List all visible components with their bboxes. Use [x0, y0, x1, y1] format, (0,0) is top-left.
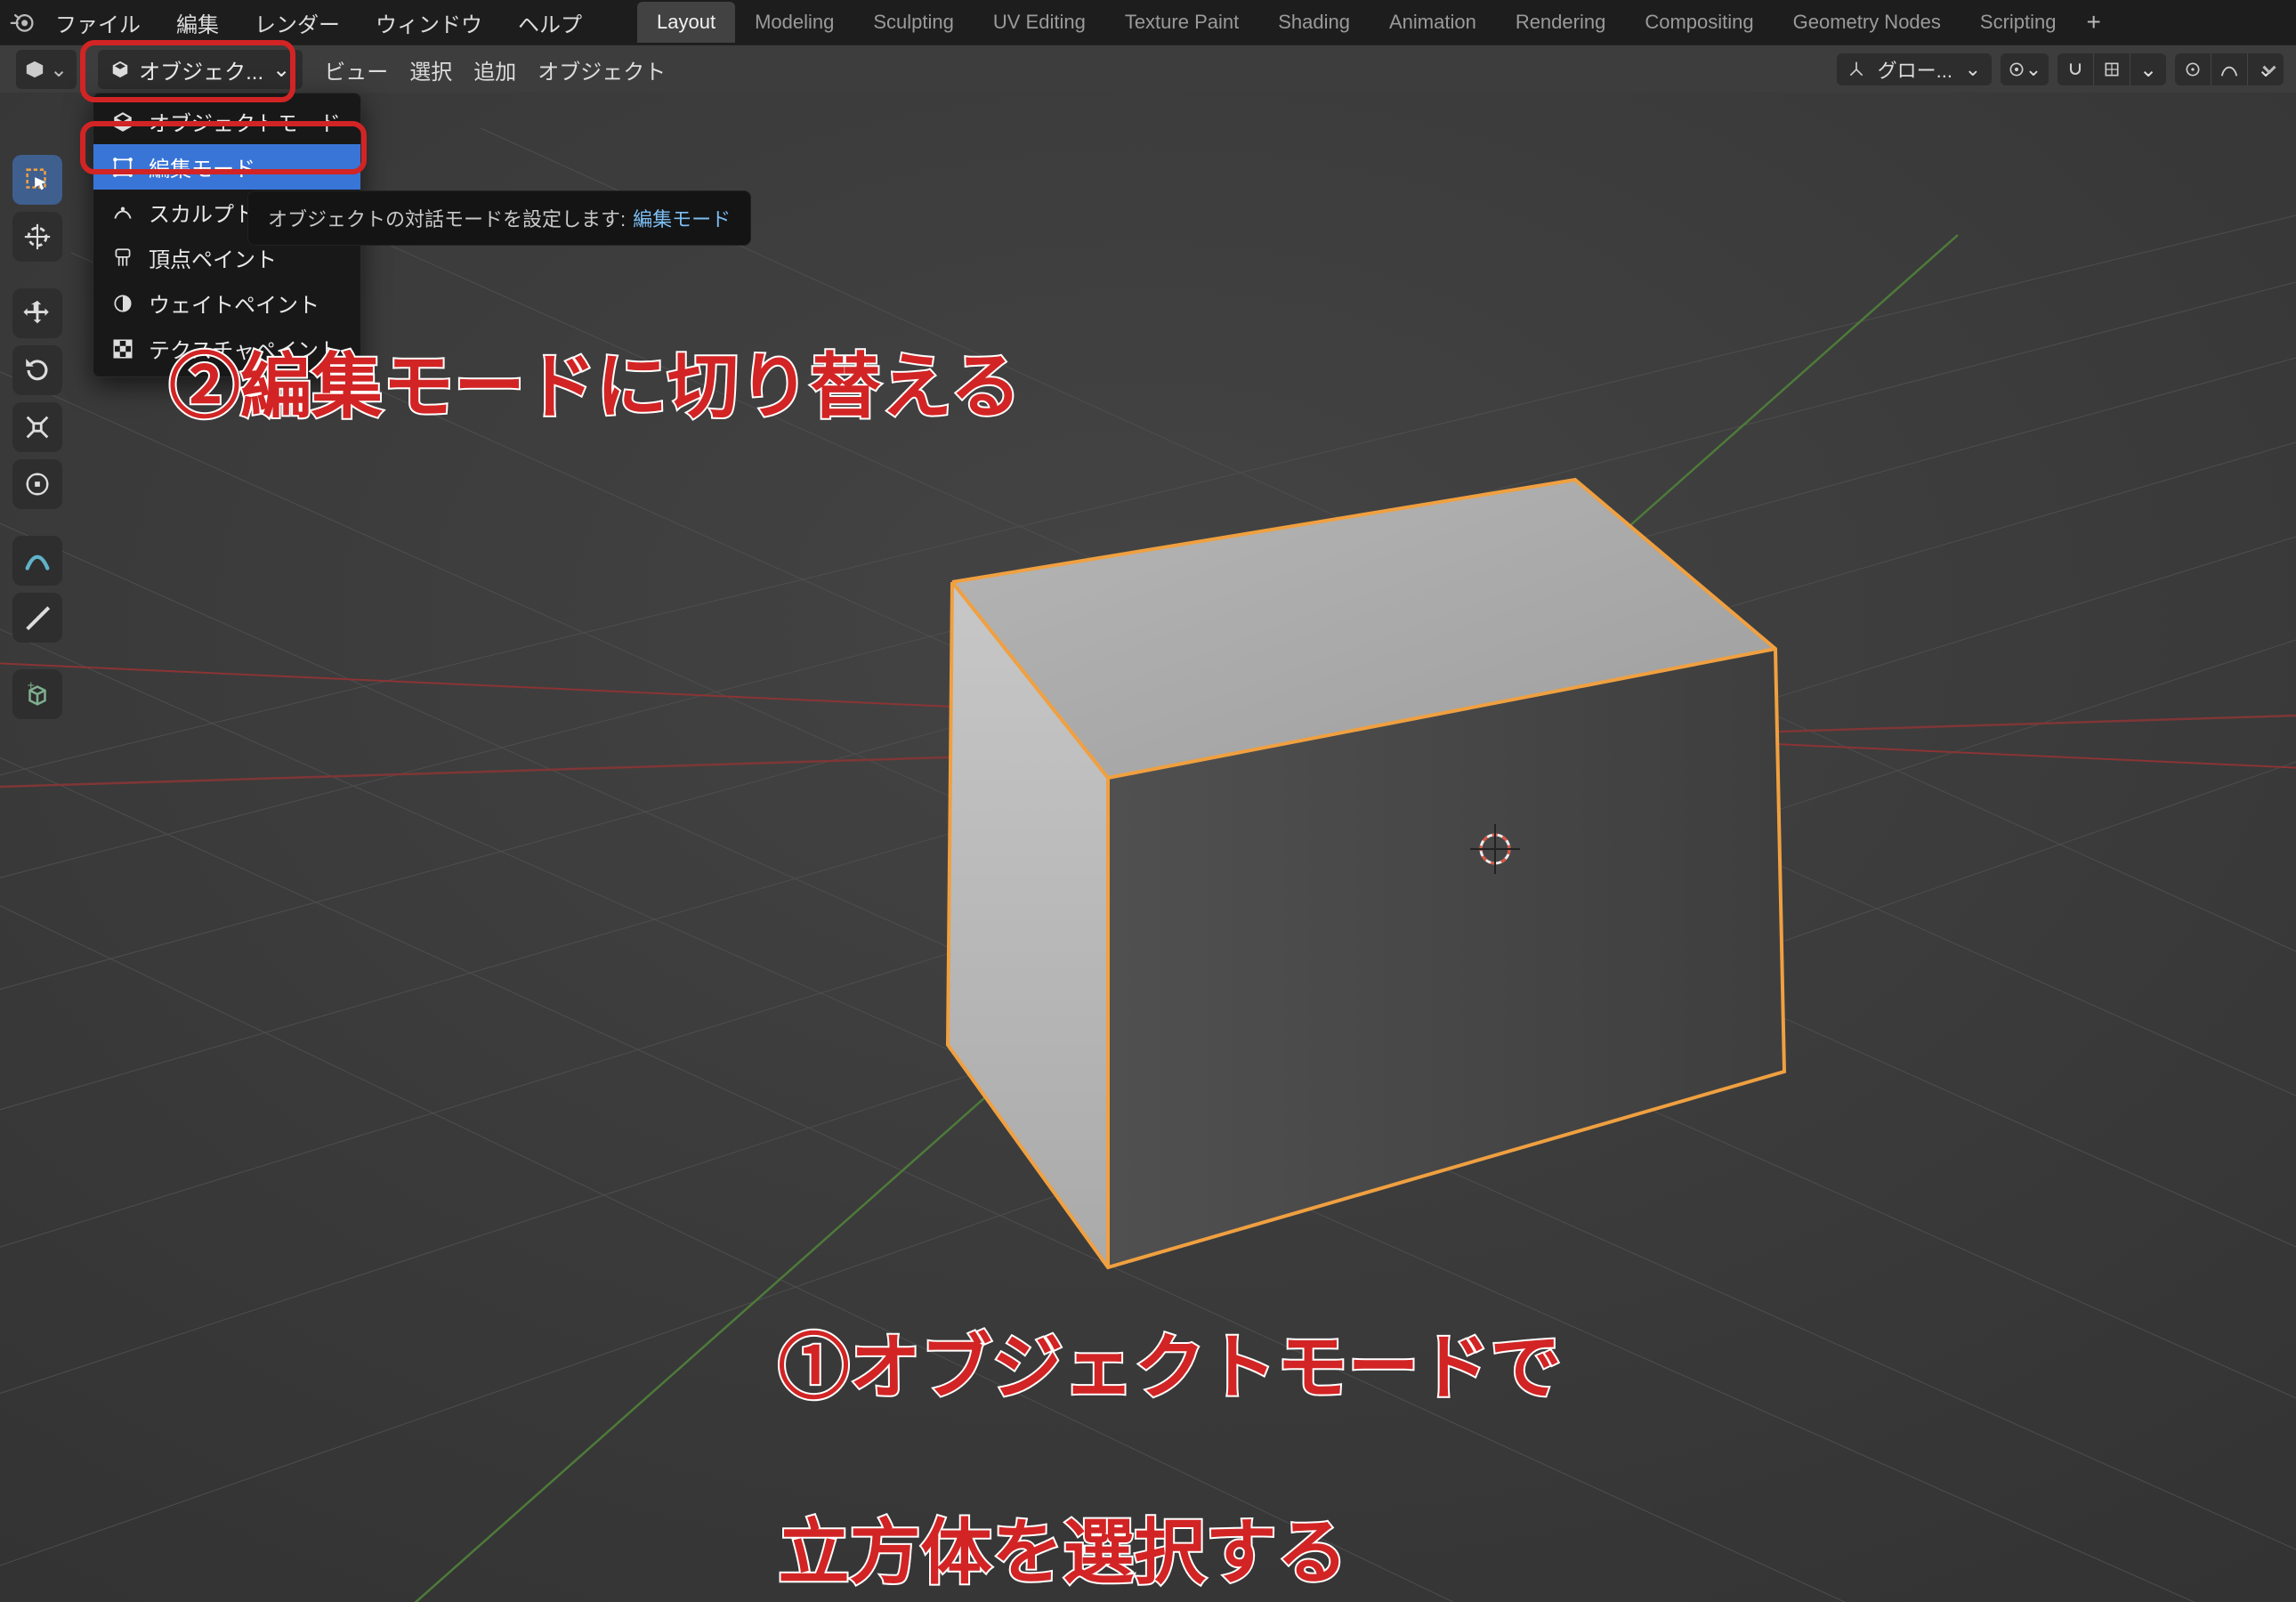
mode-dropdown-label: オブジェク... [139, 54, 263, 85]
tab-scripting[interactable]: Scripting [1960, 2, 2076, 43]
menu-file[interactable]: ファイル [39, 2, 157, 44]
chevron-down-icon[interactable]: ⌄ [2130, 53, 2166, 85]
scale-tool[interactable] [12, 402, 62, 452]
mode-item-label: ウェイトペイント [149, 287, 319, 319]
tooltip-text: オブジェクトの対話モードを設定します: [268, 204, 626, 232]
texture-paint-icon [111, 337, 134, 360]
falloff-icon[interactable] [2211, 53, 2248, 85]
transform-tool[interactable] [12, 459, 62, 509]
tab-modeling[interactable]: Modeling [735, 2, 853, 43]
mode-item-edit[interactable]: 編集モード [93, 144, 360, 190]
cube-icon [110, 60, 130, 79]
pivot-dropdown[interactable]: ⌄ [2001, 53, 2049, 85]
menu-window[interactable]: ウィンドウ [360, 2, 498, 44]
add-cube-tool[interactable]: + [12, 669, 62, 719]
left-toolbar: + [12, 155, 62, 719]
workspace-tabs: Layout Modeling Sculpting UV Editing Tex… [637, 2, 2112, 43]
annotation-step2: ②編集モードに切り替える [169, 329, 1022, 433]
tab-shading[interactable]: Shading [1258, 2, 1370, 43]
tab-animation[interactable]: Animation [1370, 2, 1496, 43]
axis-icon [1847, 61, 1865, 78]
tab-rendering[interactable]: Rendering [1496, 2, 1626, 43]
menu-render[interactable]: レンダー [238, 2, 356, 44]
cube-icon [111, 110, 134, 134]
blender-logo [9, 9, 36, 36]
cursor-tool[interactable] [12, 212, 62, 262]
snap-type-icon[interactable] [2094, 53, 2130, 85]
weight-paint-icon [111, 292, 134, 315]
rotate-tool[interactable] [12, 345, 62, 395]
tab-compositing[interactable]: Compositing [1625, 2, 1773, 43]
pivot-icon [2008, 61, 2025, 78]
snap-group[interactable]: ⌄ [2058, 53, 2166, 85]
tooltip-value: 編集モード [633, 204, 731, 232]
mode-item-label: オブジェクトモード [149, 106, 341, 137]
menu-help[interactable]: ヘルプ [502, 2, 598, 44]
tab-sculpting[interactable]: Sculpting [853, 2, 974, 43]
mode-item-object[interactable]: オブジェクトモード [93, 99, 360, 144]
header-object[interactable]: オブジェクト [538, 54, 666, 85]
mode-dropdown[interactable]: オブジェク... ⌄ [98, 50, 303, 89]
header-add[interactable]: 追加 [473, 54, 516, 85]
mode-item-label: 頂点ペイント [149, 242, 277, 273]
tab-uv-editing[interactable]: UV Editing [974, 2, 1105, 43]
header-right-cluster: グロー... ⌄ ⌄ ⌄ ⌄ [1837, 53, 2284, 85]
proportional-icon[interactable] [2175, 53, 2211, 85]
header-view[interactable]: ビュー [324, 54, 388, 85]
mode-item-weight-paint[interactable]: ウェイトペイント [93, 280, 360, 326]
tab-add-button[interactable]: + [2076, 4, 2112, 40]
tab-texture-paint[interactable]: Texture Paint [1105, 2, 1258, 43]
vertex-paint-icon [111, 247, 134, 270]
menu-edit[interactable]: 編集 [160, 2, 235, 44]
annotate-tool[interactable] [12, 536, 62, 586]
header-select[interactable]: 選択 [409, 54, 452, 85]
measure-tool[interactable] [12, 593, 62, 643]
top-menu-bar: ファイル 編集 レンダー ウィンドウ ヘルプ Layout Modeling S… [0, 0, 2296, 44]
options-dropdown-icon[interactable] [2252, 52, 2287, 87]
chevron-down-icon: ⌄ [1965, 58, 1981, 81]
tab-geometry-nodes[interactable]: Geometry Nodes [1774, 2, 1960, 43]
viewport-header: ⌄ オブジェク... ⌄ ビュー 選択 追加 オブジェクト グロー... ⌄ ⌄… [0, 44, 2296, 93]
edit-mesh-icon [111, 156, 134, 179]
snap-icon[interactable] [2058, 53, 2094, 85]
tab-layout[interactable]: Layout [637, 2, 735, 43]
orientation-dropdown[interactable]: グロー... ⌄ [1837, 53, 1992, 85]
annotation-step1: ①オブジェクトモードで 立方体を選択する [739, 1228, 1561, 1598]
svg-text:+: + [28, 679, 35, 692]
select-box-tool[interactable] [12, 155, 62, 205]
move-tool[interactable] [12, 288, 62, 338]
chevron-down-icon: ⌄ [272, 57, 290, 83]
orientation-label: グロー... [1878, 55, 1952, 84]
sculpt-icon [111, 201, 134, 224]
mode-item-label: 編集モード [149, 151, 255, 182]
mode-tooltip: オブジェクトの対話モードを設定します: 編集モード [247, 190, 751, 246]
editor-type-button[interactable]: ⌄ [16, 50, 77, 89]
